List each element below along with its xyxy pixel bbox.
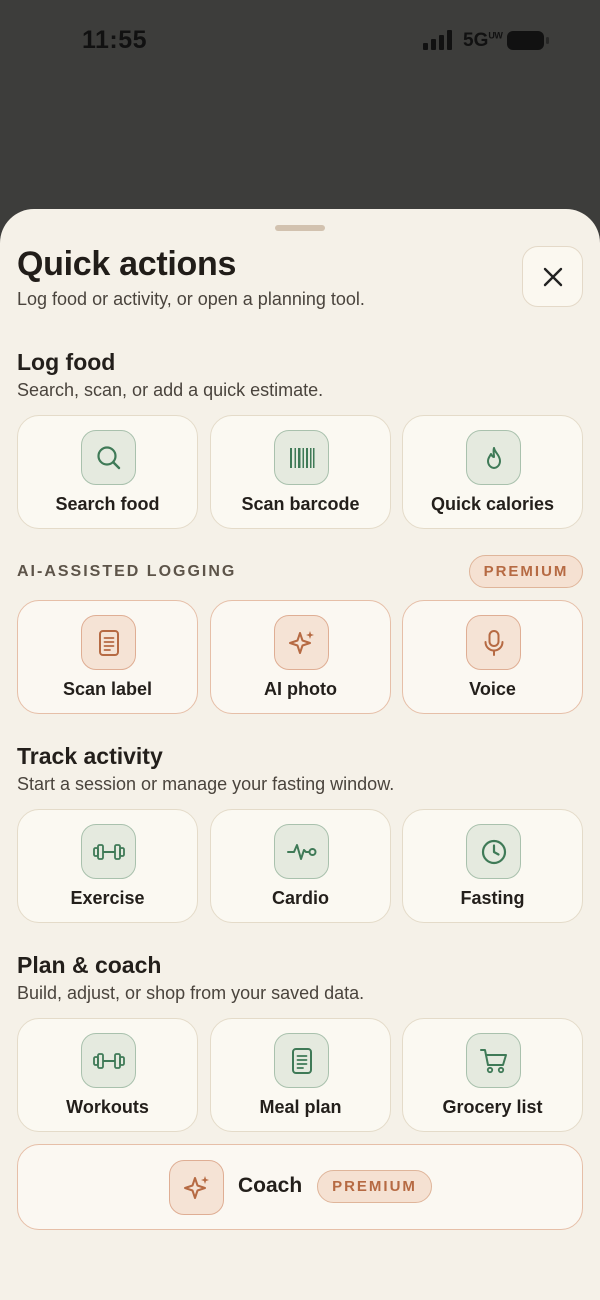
barcode-icon	[289, 447, 314, 468]
meal-plan-tile[interactable]: Meal plan	[210, 1018, 391, 1132]
clock-icon-box	[466, 824, 521, 879]
sparkle-icon	[288, 630, 314, 654]
cart-icon	[479, 1048, 507, 1073]
search-food-tile[interactable]: Search food	[17, 415, 198, 529]
track-activity-title: Track activity	[17, 743, 163, 769]
tile-label: Grocery list	[442, 1097, 543, 1117]
ai-photo-tile[interactable]: AI photo	[210, 600, 391, 714]
dumbbell-icon	[92, 1052, 125, 1069]
heartbeat-icon	[286, 843, 316, 860]
cart-icon-box	[466, 1033, 521, 1088]
close-button[interactable]	[522, 246, 583, 307]
quick-calories-tile[interactable]: Quick calories	[402, 415, 583, 529]
document-icon-box	[274, 1033, 329, 1088]
tile-label: Scan label	[62, 679, 153, 699]
microphone-icon-box	[466, 615, 521, 670]
premium-badge: PREMIUM	[317, 1170, 432, 1203]
workouts-tile[interactable]: Workouts	[17, 1018, 198, 1132]
coach-button[interactable]: Coach PREMIUM	[17, 1144, 583, 1230]
clock-icon	[481, 839, 506, 864]
heartbeat-icon-box	[274, 824, 329, 879]
document-icon-box	[81, 615, 136, 670]
sheet-title: Quick actions	[17, 245, 237, 283]
ai-logging-eyebrow: AI-ASSISTED LOGGING	[17, 563, 237, 580]
sparkle-icon	[183, 1175, 209, 1199]
track-activity-subtitle: Start a session or manage your fasting w…	[17, 774, 395, 794]
network-sub-label: UW	[488, 30, 503, 41]
network-label: 5G	[463, 30, 489, 51]
log-food-title: Log food	[17, 349, 116, 375]
tile-label: AI photo	[264, 679, 337, 699]
dumbbell-icon-box	[81, 824, 136, 879]
tile-label: Voice	[469, 679, 516, 699]
coach-label: Coach	[238, 1174, 303, 1197]
drag-handle[interactable]	[275, 225, 325, 231]
tile-label: Quick calories	[430, 494, 555, 514]
tile-label: Fasting	[460, 888, 525, 908]
tile-label: Cardio	[271, 888, 329, 908]
document-icon	[98, 629, 119, 656]
network-indicator: 5GUW	[463, 30, 503, 52]
dumbbell-icon	[92, 843, 125, 860]
tile-label: Exercise	[70, 888, 145, 908]
microphone-icon	[484, 629, 503, 656]
log-food-subtitle: Search, scan, or add a quick estimate.	[17, 380, 324, 400]
sparkle-icon-box	[274, 615, 329, 670]
plan-coach-title: Plan & coach	[17, 952, 162, 978]
search-icon-box	[81, 430, 136, 485]
scan-barcode-tile[interactable]: Scan barcode	[210, 415, 391, 529]
tile-label: Search food	[55, 494, 160, 514]
sheet-subtitle: Log food or activity, or open a planning…	[17, 289, 365, 309]
exercise-tile[interactable]: Exercise	[17, 809, 198, 923]
voice-tile[interactable]: Voice	[402, 600, 583, 714]
quick-actions-sheet: Quick actions Log food or activity, or o…	[0, 209, 600, 1300]
tile-label: Workouts	[66, 1097, 149, 1117]
sparkle-icon-box	[169, 1160, 224, 1215]
close-icon	[543, 267, 562, 286]
grocery-list-tile[interactable]: Grocery list	[402, 1018, 583, 1132]
scan-label-tile[interactable]: Scan label	[17, 600, 198, 714]
tile-label: Meal plan	[259, 1097, 342, 1117]
fasting-tile[interactable]: Fasting	[402, 809, 583, 923]
dumbbell-icon-box	[81, 1033, 136, 1088]
plan-coach-subtitle: Build, adjust, or shop from your saved d…	[17, 983, 365, 1003]
document-icon	[291, 1047, 312, 1074]
flame-icon	[486, 446, 501, 469]
tile-label: Scan barcode	[241, 494, 360, 514]
premium-badge: PREMIUM	[469, 555, 583, 588]
barcode-icon-box	[274, 430, 329, 485]
status-bar: 11:55 5GUW	[0, 0, 600, 82]
signal-icon	[423, 30, 452, 50]
battery-icon	[507, 31, 549, 50]
status-time: 11:55	[82, 26, 148, 54]
cardio-tile[interactable]: Cardio	[210, 809, 391, 923]
flame-icon-box	[466, 430, 521, 485]
search-icon	[96, 445, 120, 469]
